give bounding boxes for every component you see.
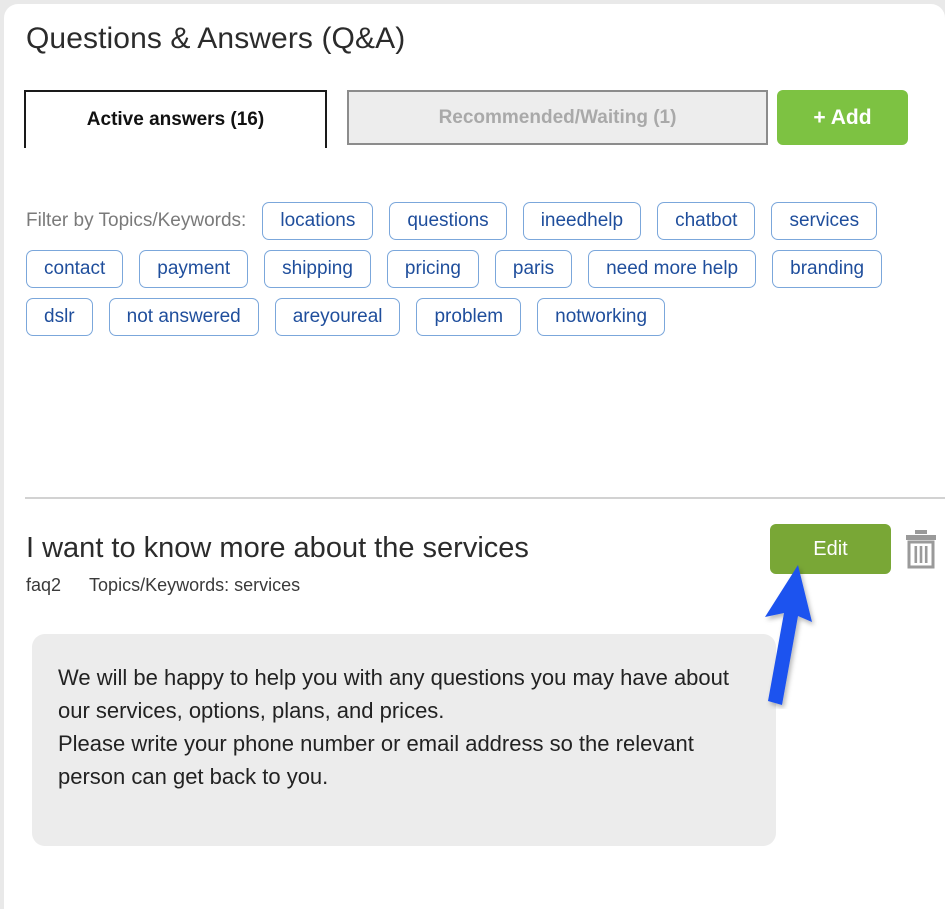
filter-tag[interactable]: not answered [108,298,259,336]
question-id: faq2 [26,575,62,595]
filter-tag[interactable]: questions [389,202,507,240]
filter-tag[interactable]: problem [416,298,522,336]
trash-icon [906,530,936,569]
delete-button[interactable] [903,528,939,570]
filter-label: Filter by Topics/Keywords: [26,210,247,231]
filter-tag[interactable]: branding [772,250,883,288]
filter-tag[interactable]: ineedhelp [522,202,642,240]
question-title: I want to know more about the services [26,532,529,564]
filter-tag[interactable]: locations [262,202,374,240]
filter-tag[interactable]: services [771,202,878,240]
filter-tag[interactable]: areyoureal [274,298,401,336]
edit-button[interactable]: Edit [770,524,891,574]
answer-bubble: We will be happy to help you with any qu… [32,634,776,846]
add-button[interactable]: + Add [777,90,908,145]
tab-recommended-waiting-label: Recommended/Waiting (1) [438,106,677,128]
filter-tag[interactable]: need more help [588,250,757,288]
question-meta: faq2 Topics/Keywords: services [26,575,300,596]
filter-section: Filter by Topics/Keywords: locations que… [26,202,926,336]
page-title: Questions & Answers (Q&A) [26,22,406,55]
filter-tag[interactable]: shipping [264,250,371,288]
tab-active-answers-label: Active answers (16) [86,109,265,130]
answer-text: We will be happy to help you with any qu… [58,665,729,789]
question-keywords: Topics/Keywords: services [89,575,301,595]
filter-tag[interactable]: chatbot [657,202,756,240]
tab-active-answers[interactable]: Active answers (16) [24,90,327,148]
section-divider [25,497,945,499]
filter-tag[interactable]: payment [139,250,249,288]
filter-tag[interactable]: contact [26,250,124,288]
filter-tag[interactable]: pricing [386,250,479,288]
filter-tag[interactable]: paris [494,250,573,288]
filter-tag[interactable]: dslr [26,298,93,336]
qa-panel-card: Questions & Answers (Q&A) Active answers… [4,4,945,909]
tab-recommended-waiting[interactable]: Recommended/Waiting (1) [347,90,768,145]
filter-tag[interactable]: notworking [537,298,666,336]
filter-tag-list: Filter by Topics/Keywords: locations que… [26,202,926,336]
